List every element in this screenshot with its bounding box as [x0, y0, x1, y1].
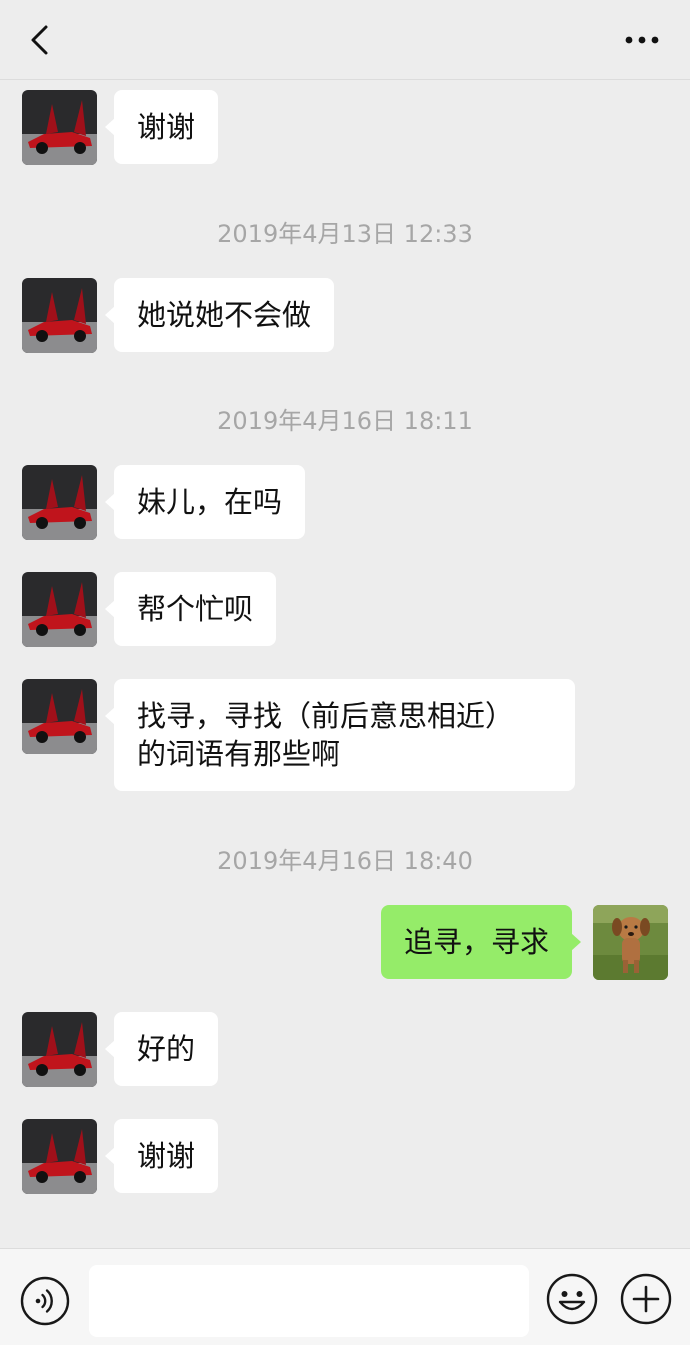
contact-avatar[interactable] — [22, 679, 97, 754]
more-button[interactable] — [622, 28, 662, 52]
message-input[interactable] — [89, 1265, 529, 1337]
message-row: 她说她不会做 — [0, 278, 690, 354]
message-text: 追寻，寻求 — [403, 925, 549, 959]
message-list[interactable]: 谢谢 2019年4月13日 12:33 她说她不会做 2019年4月16日 18… — [0, 80, 690, 1248]
message-row: 好的 — [0, 1012, 690, 1088]
red-sports-car-avatar — [22, 1119, 97, 1194]
timestamp: 2019年4月16日 18:11 — [217, 407, 473, 435]
message-text: 她说她不会做 — [137, 298, 312, 332]
red-sports-car-avatar — [22, 278, 97, 353]
message-text: 好的 — [137, 1032, 196, 1066]
message-bubble[interactable]: 妹儿，在吗 — [104, 465, 306, 539]
red-sports-car-avatar — [22, 1012, 97, 1087]
message-bubble[interactable]: 谢谢 — [104, 90, 219, 164]
more-functions-button[interactable] — [620, 1273, 672, 1325]
contact-avatar[interactable] — [22, 572, 97, 647]
timestamp: 2019年4月16日 18:40 — [217, 847, 473, 875]
red-sports-car-avatar — [22, 572, 97, 647]
message-row: 谢谢 — [0, 90, 690, 166]
message-bubble[interactable]: 她说她不会做 — [104, 278, 335, 352]
emoji-button[interactable] — [546, 1273, 598, 1325]
message-row: 找寻，寻找（前后意思相近） 的词语有那些啊 — [0, 679, 690, 793]
contact-avatar[interactable] — [22, 90, 97, 165]
plus-circle-icon — [620, 1273, 672, 1325]
self-avatar[interactable] — [593, 905, 668, 980]
timestamp: 2019年4月13日 12:33 — [217, 220, 473, 248]
contact-avatar[interactable] — [22, 278, 97, 353]
message-bubble[interactable]: 好的 — [104, 1012, 219, 1086]
message-row: 追寻，寻求 — [0, 905, 690, 981]
more-dots-icon — [625, 36, 659, 44]
message-bubble[interactable]: 帮个忙呗 — [104, 572, 277, 646]
contact-avatar[interactable] — [22, 1119, 97, 1194]
message-text-line: 找寻，寻找（前后意思相近） — [137, 699, 515, 733]
red-sports-car-avatar — [22, 679, 97, 754]
voice-icon — [20, 1276, 70, 1326]
composer-bar — [0, 1248, 690, 1345]
message-row: 帮个忙呗 — [0, 572, 690, 648]
contact-avatar[interactable] — [22, 1012, 97, 1087]
red-sports-car-avatar — [22, 90, 97, 165]
back-button[interactable] — [22, 20, 62, 60]
chevron-left-icon — [31, 25, 48, 55]
contact-avatar[interactable] — [22, 465, 97, 540]
chat-header — [0, 0, 690, 80]
voice-button[interactable] — [20, 1276, 70, 1326]
emoji-icon — [546, 1273, 598, 1325]
red-sports-car-avatar — [22, 465, 97, 540]
message-row: 妹儿，在吗 — [0, 465, 690, 541]
message-bubble[interactable]: 找寻，寻找（前后意思相近） 的词语有那些啊 — [105, 679, 575, 791]
message-text-line: 的词语有那些啊 — [137, 737, 341, 771]
message-row: 谢谢 — [0, 1119, 690, 1195]
message-bubble[interactable]: 谢谢 — [104, 1119, 219, 1193]
dog-avatar — [593, 905, 668, 980]
message-bubble[interactable]: 追寻，寻求 — [380, 905, 582, 979]
message-text: 谢谢 — [137, 110, 196, 144]
message-text: 妹儿，在吗 — [137, 485, 283, 519]
message-text: 帮个忙呗 — [137, 592, 254, 626]
message-text: 谢谢 — [137, 1139, 196, 1173]
